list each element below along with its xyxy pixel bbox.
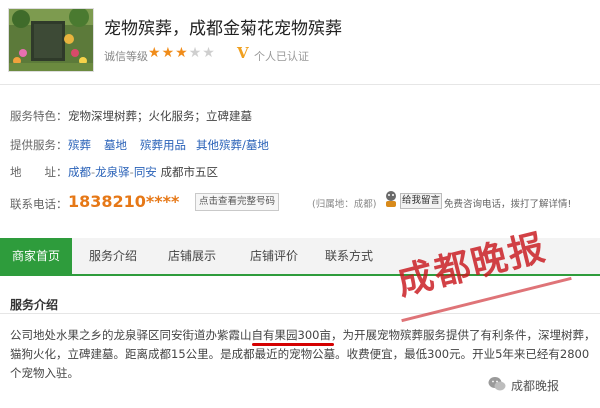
service-link-funeral[interactable]: 殡葬: [68, 137, 91, 153]
service-link-cemetery[interactable]: 墓地: [104, 137, 127, 153]
features-value: 宠物深埋树葬；火化服务；立碑建墓: [68, 109, 252, 123]
shop-thumbnail[interactable]: [8, 8, 94, 72]
tab-contact[interactable]: 联系方式: [316, 238, 382, 274]
service-link-other[interactable]: 其他殡葬/墓地: [196, 137, 269, 153]
star-filled-icon: ★: [175, 45, 189, 61]
service-link-supplies[interactable]: 殡葬用品: [140, 137, 186, 153]
section-title: 服务介绍: [10, 298, 59, 312]
tab-showcase[interactable]: 店铺展示: [154, 238, 230, 274]
rating-stars: ★★★★★: [148, 45, 216, 61]
desc-highlight: 自有果园300亩: [251, 328, 331, 342]
verified-text: 个人已认证: [254, 50, 309, 63]
shop-photo-image: [9, 9, 93, 71]
address-value: 成都-龙泉驿-同安 成都市五区: [68, 164, 218, 180]
service-description: 公司地处水果之乡的龙泉驿区同安街道办紫霞山自有果园300亩，为开展宠物殡葬服务提…: [10, 326, 596, 383]
phone-label: 联系电话：: [10, 197, 68, 211]
phone-number: 1838210****: [68, 192, 180, 211]
star-filled-icon: ★: [161, 45, 176, 61]
address-district-link[interactable]: 龙泉驿: [95, 165, 130, 179]
message-icon: [383, 190, 399, 208]
divider: [0, 313, 600, 314]
star-empty-icon: ★: [188, 45, 203, 61]
tab-services[interactable]: 服务介绍: [78, 238, 148, 274]
address-label: 地 址：: [10, 165, 68, 179]
wechat-account-label: 成都晚报: [511, 379, 560, 393]
shop-title: 宠物殡葬，成都金菊花宠物殡葬: [104, 19, 342, 39]
address-town-link[interactable]: 同安: [134, 165, 157, 179]
star-filled-icon: ★: [148, 45, 162, 61]
leave-message-button[interactable]: 给我留言: [400, 193, 442, 209]
verified-icon: V: [237, 44, 249, 62]
desc-text: 公司地处水果之乡的龙泉驿区同安街道办紫霞山: [10, 328, 252, 342]
address-area: 成都市五区: [160, 165, 218, 179]
divider: [0, 84, 600, 85]
features-label: 服务特色：: [10, 109, 68, 123]
star-empty-icon: ★: [202, 45, 216, 61]
tab-home[interactable]: 商家首页: [0, 238, 72, 274]
rating-label: 诚信等级: [104, 50, 148, 63]
phone-location: (归属地：成都): [312, 199, 377, 210]
show-full-number-button[interactable]: 点击查看完整号码: [195, 193, 279, 211]
services-label: 提供服务：: [10, 138, 68, 152]
consult-hint: 免费咨询电话，拨打了解详情!: [444, 199, 572, 210]
address-city-link[interactable]: 成都: [68, 165, 91, 179]
newspaper-watermark: 成都晚报: [392, 226, 551, 304]
tab-reviews[interactable]: 店铺评价: [236, 238, 312, 274]
highlight-underline: [252, 343, 334, 346]
wechat-icon: [488, 376, 506, 392]
